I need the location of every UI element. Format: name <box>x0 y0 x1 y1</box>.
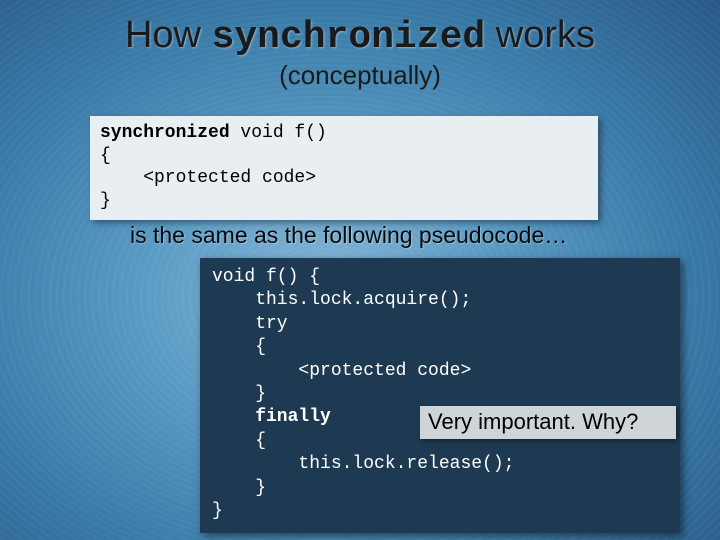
code1-kw: synchronized <box>100 123 230 143</box>
code2-l5: <protected code> <box>212 361 471 381</box>
title-pre: How <box>125 14 212 56</box>
code2-l8: { <box>212 431 266 451</box>
code1-l2: { <box>100 146 111 166</box>
code2-l7: finally <box>212 407 331 427</box>
body-text: is the same as the following pseudocode… <box>130 222 567 249</box>
slide-subtitle: (conceptually) <box>0 60 720 91</box>
code1-l4: } <box>100 191 111 211</box>
slide-title: How synchronized works <box>0 14 720 59</box>
code2-l9: this.lock.release(); <box>212 454 514 474</box>
code2-l6: } <box>212 384 266 404</box>
code2-l10: } <box>212 478 266 498</box>
code2-l11: } <box>212 501 223 521</box>
code2-l3: try <box>212 314 288 334</box>
title-post: works <box>485 14 595 56</box>
code1-l3: <protected code> <box>100 168 316 188</box>
title-keyword: synchronized <box>212 16 486 59</box>
callout-box: Very important. Why? <box>420 406 676 439</box>
code2-l4: { <box>212 337 266 357</box>
code-block-top: synchronized void f() { <protected code>… <box>90 116 598 220</box>
code1-l1b: void f() <box>230 123 327 143</box>
code-block-bottom: void f() { this.lock.acquire(); try { <p… <box>200 258 680 533</box>
code2-l1: void f() { <box>212 267 320 287</box>
code2-l2: this.lock.acquire(); <box>212 290 471 310</box>
